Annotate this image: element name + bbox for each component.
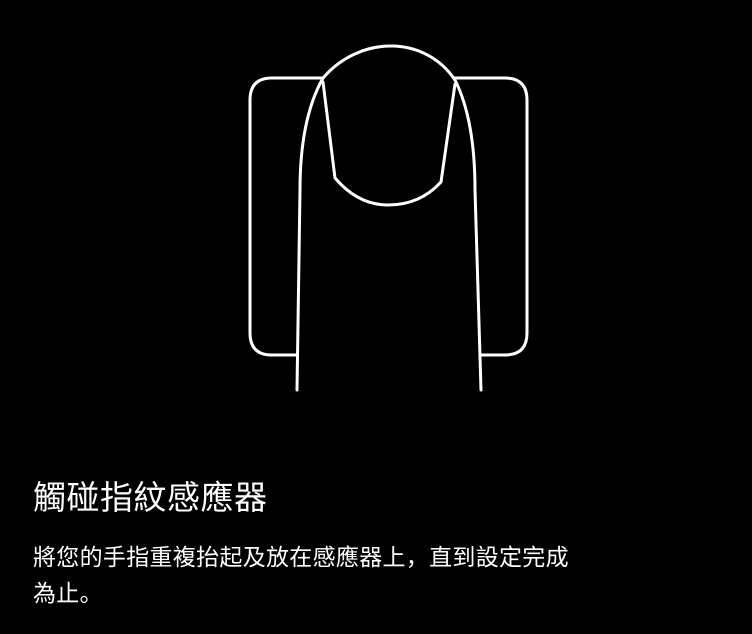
finger-left-edge [295,76,325,392]
screen-description: 將您的手指重複抬起及放在感應器上，直到設定完成為止。 [33,545,569,607]
screen-title: 觸碰指紋感應器 [33,478,268,517]
finger-on-sensor-icon [248,44,529,392]
fingernail [321,80,457,207]
finger-tip [321,44,457,82]
sensor-outline-right [453,76,529,357]
sensor-outline [248,76,325,357]
finger-right-edge [453,78,483,392]
